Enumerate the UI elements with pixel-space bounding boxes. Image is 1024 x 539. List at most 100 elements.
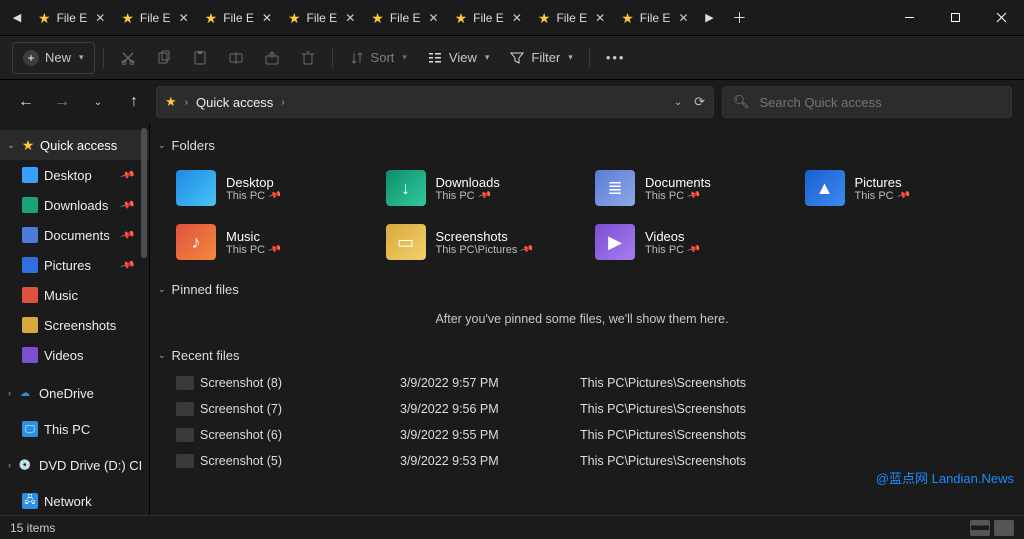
up-button[interactable]: ↑ bbox=[120, 88, 148, 116]
folder-name: Screenshots bbox=[436, 229, 533, 244]
back-button[interactable]: ← bbox=[12, 88, 40, 116]
tab[interactable]: ★File E✕ bbox=[199, 4, 278, 32]
tab-scroll-left[interactable]: ◀ bbox=[6, 4, 28, 32]
pin-icon: 📌 bbox=[267, 242, 282, 257]
file-path: This PC\Pictures\Screenshots bbox=[580, 454, 1006, 468]
close-icon[interactable]: ✕ bbox=[345, 11, 355, 25]
tab-scroll-right[interactable]: ▶ bbox=[699, 4, 721, 32]
monitor-icon: 🖵 bbox=[22, 421, 38, 437]
scrollbar-thumb[interactable] bbox=[141, 128, 147, 258]
folder-item[interactable]: ▶VideosThis PC 📌 bbox=[595, 218, 797, 266]
delete-button[interactable] bbox=[292, 42, 324, 74]
cloud-icon: ☁ bbox=[17, 385, 33, 401]
refresh-button[interactable]: ⟳ bbox=[694, 94, 705, 110]
forward-button[interactable]: → bbox=[48, 88, 76, 116]
folder-item[interactable]: ♪MusicThis PC 📌 bbox=[176, 218, 378, 266]
folder-item[interactable]: ↓DownloadsThis PC 📌 bbox=[386, 164, 588, 212]
folder-item[interactable]: ▭ScreenshotsThis PC\Pictures 📌 bbox=[386, 218, 588, 266]
tab[interactable]: ★File E✕ bbox=[365, 4, 444, 32]
tab[interactable]: ★File E✕ bbox=[115, 4, 194, 32]
star-icon: ★ bbox=[621, 11, 634, 25]
tab[interactable]: ★File E✕ bbox=[32, 4, 111, 32]
sort-label: Sort bbox=[371, 50, 395, 65]
chevron-down-icon: ⌄ bbox=[6, 140, 16, 151]
tab[interactable]: ★ File E ✕ bbox=[615, 4, 694, 32]
trash-icon bbox=[300, 50, 316, 66]
close-icon[interactable]: ✕ bbox=[179, 11, 189, 25]
sidebar-label: Quick access bbox=[40, 138, 117, 153]
sidebar-scrollbar[interactable] bbox=[139, 128, 149, 428]
folder-item[interactable]: ▲PicturesThis PC 📌 bbox=[805, 164, 1007, 212]
close-icon[interactable]: ✕ bbox=[595, 11, 605, 25]
file-thumbnail bbox=[176, 454, 194, 468]
folder-icon: ▲ bbox=[805, 170, 845, 206]
tab-label: File E bbox=[640, 11, 671, 25]
sidebar-item[interactable]: Videos bbox=[0, 340, 149, 370]
folder-item[interactable]: ≣DocumentsThis PC 📌 bbox=[595, 164, 797, 212]
search-box[interactable]: 🔍︎ bbox=[722, 86, 1012, 118]
share-button[interactable] bbox=[256, 42, 288, 74]
sidebar-item-dvd[interactable]: › 💿 DVD Drive (D:) CI bbox=[0, 450, 149, 480]
sidebar-item[interactable]: Documents📌 bbox=[0, 220, 149, 250]
tab[interactable]: ★File E✕ bbox=[449, 4, 528, 32]
sidebar-label: Downloads bbox=[44, 198, 108, 213]
sidebar-item-network[interactable]: 🖧 Network bbox=[0, 486, 149, 515]
address-dropdown[interactable]: ⌄ bbox=[674, 97, 682, 108]
folder-subtitle: This PC 📌 bbox=[226, 190, 280, 202]
close-icon[interactable]: ✕ bbox=[95, 11, 105, 25]
sidebar-label: DVD Drive (D:) CI bbox=[39, 458, 142, 473]
tab[interactable]: ★File E✕ bbox=[282, 4, 361, 32]
sidebar-item-quick-access[interactable]: ⌄ ★ Quick access bbox=[0, 130, 149, 160]
tab-label: File E bbox=[140, 11, 171, 25]
more-button[interactable]: ••• bbox=[598, 42, 634, 74]
maximize-button[interactable] bbox=[932, 0, 978, 36]
filter-button[interactable]: Filter ▾ bbox=[501, 42, 580, 74]
thumbnails-view-toggle[interactable] bbox=[994, 520, 1014, 536]
chevron-right-icon: › bbox=[281, 97, 284, 108]
view-button[interactable]: View ▾ bbox=[419, 42, 497, 74]
details-view-toggle[interactable] bbox=[970, 520, 990, 536]
close-icon[interactable]: ✕ bbox=[262, 11, 272, 25]
minimize-button[interactable] bbox=[886, 0, 932, 36]
search-input[interactable] bbox=[758, 94, 1001, 111]
pin-icon: 📌 bbox=[519, 242, 534, 257]
sidebar-item[interactable]: Downloads📌 bbox=[0, 190, 149, 220]
paste-button[interactable] bbox=[184, 42, 216, 74]
folder-item[interactable]: DesktopThis PC 📌 bbox=[176, 164, 378, 212]
sidebar-item[interactable]: Screenshots bbox=[0, 310, 149, 340]
file-name: Screenshot (6) bbox=[200, 428, 400, 442]
new-button[interactable]: + New ▾ bbox=[12, 42, 95, 74]
sidebar-item-onedrive[interactable]: › ☁ OneDrive bbox=[0, 378, 149, 408]
command-bar: + New ▾ Sort ▾ View ▾ Filter ▾ ••• bbox=[0, 36, 1024, 80]
tab-label: File E bbox=[473, 11, 504, 25]
close-icon[interactable]: ✕ bbox=[429, 11, 439, 25]
cut-button[interactable] bbox=[112, 42, 144, 74]
section-recent[interactable]: ⌄ Recent files bbox=[158, 342, 1006, 368]
rename-button[interactable] bbox=[220, 42, 252, 74]
recent-file-row[interactable]: Screenshot (7)3/9/2022 9:56 PMThis PC\Pi… bbox=[176, 396, 1006, 422]
sort-button[interactable]: Sort ▾ bbox=[341, 42, 415, 74]
sidebar-item[interactable]: Desktop📌 bbox=[0, 160, 149, 190]
folder-name: Downloads bbox=[436, 175, 500, 190]
section-pinned[interactable]: ⌄ Pinned files bbox=[158, 276, 1006, 302]
copy-button[interactable] bbox=[148, 42, 180, 74]
chevron-right-icon: › bbox=[8, 388, 11, 398]
tab[interactable]: ★File E✕ bbox=[532, 4, 611, 32]
sidebar-label: Music bbox=[44, 288, 78, 303]
close-button[interactable] bbox=[978, 0, 1024, 36]
address-bar[interactable]: ★ › Quick access › ⌄ ⟳ bbox=[156, 86, 714, 118]
star-icon: ★ bbox=[288, 11, 301, 25]
close-icon[interactable]: ✕ bbox=[678, 11, 688, 25]
folder-name: Documents bbox=[645, 175, 711, 190]
recent-file-row[interactable]: Screenshot (8)3/9/2022 9:57 PMThis PC\Pi… bbox=[176, 370, 1006, 396]
sidebar-item[interactable]: Music bbox=[0, 280, 149, 310]
close-icon[interactable]: ✕ bbox=[512, 11, 522, 25]
sidebar-item[interactable]: Pictures📌 bbox=[0, 250, 149, 280]
section-folders[interactable]: ⌄ Folders bbox=[158, 132, 1006, 158]
new-tab-button[interactable]: ＋ bbox=[725, 4, 755, 32]
recent-locations-button[interactable]: ⌄ bbox=[84, 88, 112, 116]
sidebar-item-this-pc[interactable]: 🖵 This PC bbox=[0, 414, 149, 444]
recent-file-row[interactable]: Screenshot (6)3/9/2022 9:55 PMThis PC\Pi… bbox=[176, 422, 1006, 448]
folder-icon bbox=[22, 347, 38, 363]
sidebar-label: Screenshots bbox=[44, 318, 116, 333]
